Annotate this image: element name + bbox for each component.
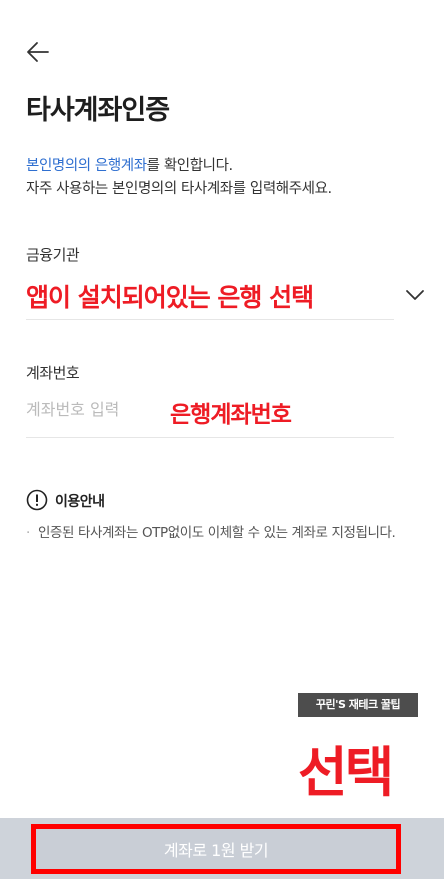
bank-select-annotation: 앱이 설치되어있는 은행 선택 — [26, 283, 314, 312]
info-icon — [26, 489, 48, 511]
bank-field-underline — [26, 319, 394, 320]
back-arrow-icon[interactable] — [26, 40, 50, 64]
account-field-label: 계좌번호 — [26, 364, 80, 382]
bank-field-label: 금융기관 — [26, 246, 80, 264]
info-text: · 인증된 타사계좌는 OTP없이도 이체할 수 있는 계좌로 지정됩니다. — [26, 522, 418, 544]
account-number-input[interactable] — [26, 393, 166, 425]
watermark-badge: 꾸린'S 재테크 꿀팁 — [298, 693, 418, 717]
info-text-body: 인증된 타사계좌는 OTP없이도 이체할 수 있는 계좌로 지정됩니다. — [38, 525, 396, 541]
info-bullet: · — [26, 525, 30, 541]
account-field-underline — [26, 437, 394, 438]
bank-select[interactable]: 앱이 설치되어있는 은행 선택 — [26, 278, 432, 314]
description-highlight: 본인명의의 은행계좌 — [26, 158, 147, 174]
account-number-annotation: 은행계좌번호 — [170, 402, 292, 428]
receive-1won-button[interactable]: 계좌로 1원 받기 — [31, 824, 401, 874]
description-line-2: 자주 사용하는 본인명의의 타사계좌를 입력해주세요. — [26, 181, 332, 197]
description: 본인명의의 은행계좌를 확인합니다. 자주 사용하는 본인명의의 타사계좌를 입… — [26, 155, 332, 201]
page-title: 타사계좌인증 — [26, 95, 170, 126]
description-line-1: 본인명의의 은행계좌를 확인합니다. — [26, 155, 332, 178]
chevron-down-icon — [406, 290, 424, 300]
info-title: 이용안내 — [55, 494, 105, 510]
select-annotation: 선택 — [298, 741, 394, 804]
description-line-1-rest: 를 확인합니다. — [146, 158, 233, 174]
